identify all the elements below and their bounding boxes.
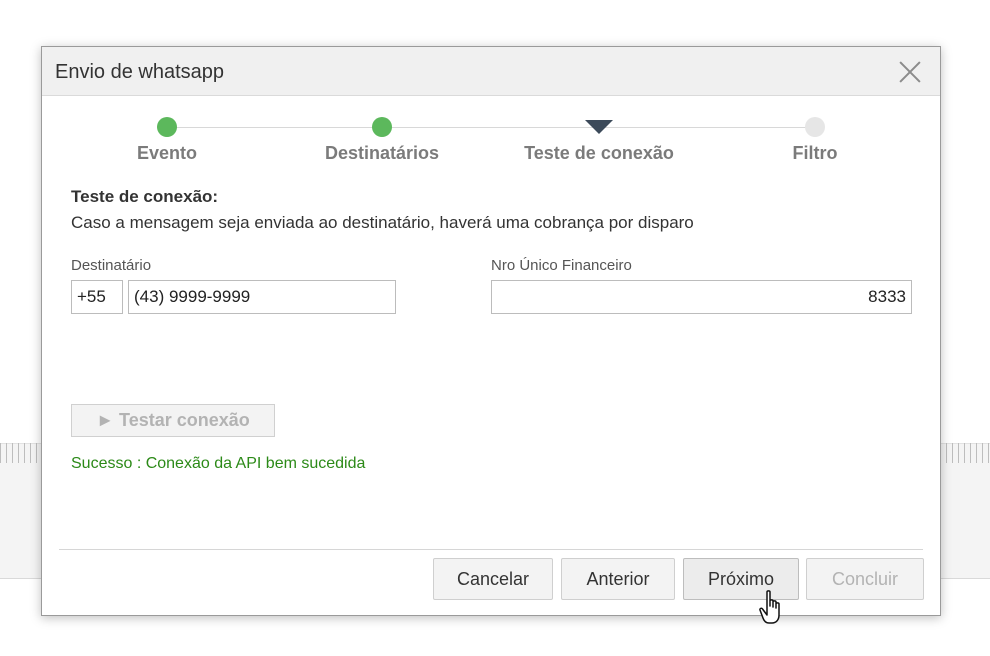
dialog-title: Envio de whatsapp (55, 61, 225, 83)
nro-unico-input[interactable] (491, 280, 912, 314)
step-filtro: Filtro (725, 117, 905, 164)
whatsapp-dialog: Envio de whatsapp Evento Destinatários T… (41, 46, 941, 616)
step-label: Destinatários (324, 143, 440, 163)
destinatario-label: Destinatário (71, 257, 152, 274)
step-evento: Evento (77, 117, 257, 164)
close-icon[interactable] (898, 59, 922, 83)
ruler-right (940, 443, 990, 463)
step-label: Filtro (792, 143, 838, 163)
wizard-steps: Evento Destinatários Teste de conexão Fi… (42, 117, 942, 167)
test-connection-button[interactable]: ► Testar conexão (71, 404, 275, 437)
section-title: Teste de conexão: (71, 187, 219, 206)
previous-button[interactable]: Anterior (561, 558, 675, 600)
step-destinatarios: Destinatários (292, 117, 472, 164)
success-message: Sucesso : Conexão da API bem sucedida (71, 455, 366, 472)
step-done-icon (157, 117, 177, 137)
steps-track (167, 127, 815, 128)
nro-unico-label: Nro Único Financeiro (491, 257, 632, 274)
step-teste-de-conexao: Teste de conexão (509, 117, 689, 164)
dialog-titlebar: Envio de whatsapp (42, 47, 940, 96)
step-done-icon (372, 117, 392, 137)
step-label: Evento (136, 143, 197, 163)
footer-divider (59, 549, 923, 550)
step-todo-icon (805, 117, 825, 137)
step-current-icon (585, 120, 613, 134)
ruler-left (0, 443, 40, 463)
section-description: Caso a mensagem seja enviada ao destinat… (71, 213, 694, 232)
country-code-input[interactable] (71, 280, 123, 314)
cancel-button[interactable]: Cancelar (433, 558, 553, 600)
hand-pointer-icon (759, 590, 780, 624)
phone-input[interactable] (128, 280, 396, 314)
finish-button[interactable]: Concluir (806, 558, 924, 600)
step-label: Teste de conexão (524, 143, 674, 163)
